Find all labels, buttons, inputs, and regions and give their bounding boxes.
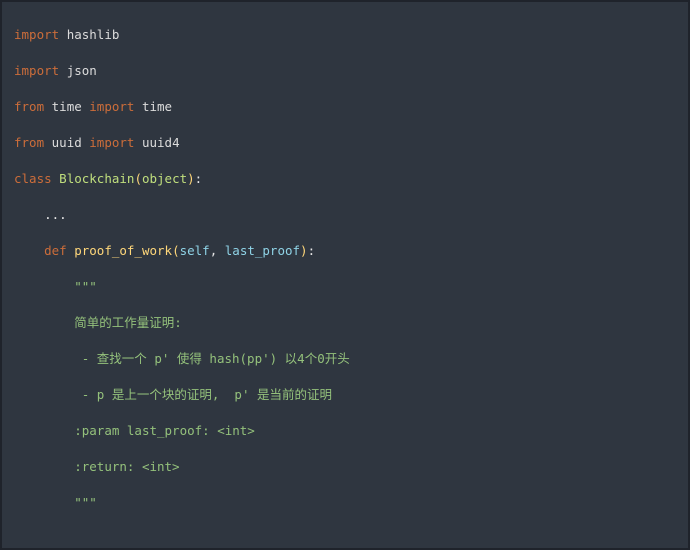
kw-def: def [44,243,67,258]
code-line: - 查找一个 p' 使得 hash(pp') 以4个0开头 [14,350,684,368]
paren: ) [187,171,195,186]
kw-from: from [14,99,44,114]
docstring: 简单的工作量证明: [74,315,182,330]
paren: ( [134,171,142,186]
code-line: 简单的工作量证明: [14,314,684,332]
kw-class: class [14,171,52,186]
docstring: - 查找一个 p' 使得 hash(pp') 以4个0开头 [74,351,350,366]
code-line: from uuid import uuid4 [14,134,684,152]
code-line: :return: <int> [14,458,684,476]
kw-import: import [14,63,59,78]
code-line: """ [14,278,684,296]
ident: uuid [52,135,82,150]
code-line: class Blockchain(object): [14,170,684,188]
comma: , [210,243,218,258]
code-line: import json [14,62,684,80]
docstring: :param last_proof: <int> [74,423,255,438]
kw-import: import [89,99,134,114]
ident: json [67,63,97,78]
docstring: :return: <int> [74,459,179,474]
code-line: """ [14,494,684,512]
param: self [180,243,210,258]
code-editor: import hashlib import json from time imp… [0,0,690,550]
docstring: """ [74,279,97,294]
ident: time [52,99,82,114]
ident: uuid4 [142,135,180,150]
code-line: :param last_proof: <int> [14,422,684,440]
code-line: import hashlib [14,26,684,44]
paren: ) [300,243,308,258]
fn-name: proof_of_work [74,243,172,258]
code-line [14,530,684,548]
param: last_proof [225,243,300,258]
paren: ( [172,243,180,258]
docstring: - p 是上一个块的证明, p' 是当前的证明 [74,387,332,402]
kw-from: from [14,135,44,150]
ident: hashlib [67,27,120,42]
kw-import: import [89,135,134,150]
code-line: def proof_of_work(self, last_proof): [14,242,684,260]
code-line: - p 是上一个块的证明, p' 是当前的证明 [14,386,684,404]
ellipsis: ... [44,207,67,222]
class-arg: object [142,171,187,186]
code-line: ... [14,206,684,224]
class-name: Blockchain [59,171,134,186]
colon: : [308,243,316,258]
ident: time [142,99,172,114]
kw-import: import [14,27,59,42]
docstring: """ [74,495,97,510]
colon: : [195,171,203,186]
code-line: from time import time [14,98,684,116]
